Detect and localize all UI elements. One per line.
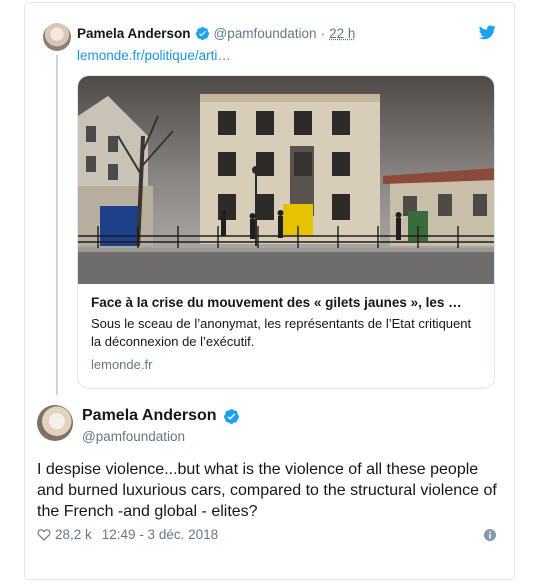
article-title[interactable]: Face à la crise du mouvement des « gilet…: [91, 295, 481, 310]
quoted-tweet-time[interactable]: 22 h: [329, 26, 355, 41]
quoted-author-name[interactable]: Pamela Anderson: [77, 26, 191, 41]
quoted-author-handle[interactable]: @pamfoundation: [214, 26, 317, 41]
tweet-timestamp[interactable]: 12:49 - 3 déc. 2018: [102, 527, 218, 542]
tweet-footer: 28,2 k 12:49 - 3 déc. 2018: [37, 527, 218, 542]
author-name-row[interactable]: Pamela Anderson: [82, 407, 244, 425]
quoted-avatar[interactable]: [43, 23, 71, 51]
embedded-tweet-card: Pamela Anderson @pamfoundation · 22 h le…: [24, 2, 515, 580]
link-preview-card[interactable]: Face à la crise du mouvement des « gilet…: [77, 75, 495, 389]
article-photo: [78, 76, 494, 284]
article-description: Sous le sceau de l’anonymat, les représe…: [91, 316, 472, 349]
like-count[interactable]: 28,2 k: [55, 527, 92, 542]
author-handle[interactable]: @pamfoundation: [82, 429, 185, 444]
article-domain: lemonde.fr: [91, 357, 153, 372]
verified-badge-icon: [223, 408, 239, 424]
twitter-bird-icon[interactable]: [479, 25, 496, 40]
info-icon[interactable]: [484, 529, 496, 541]
verified-badge-icon: [195, 26, 209, 41]
thread-connector-line: [56, 55, 58, 395]
quoted-tweet-link[interactable]: lemonde.fr/politique/arti…: [77, 48, 231, 63]
author-avatar[interactable]: [37, 405, 73, 441]
heart-icon[interactable]: [37, 528, 51, 541]
tweet-text: I despise violence...but what is the vio…: [37, 461, 497, 520]
quoted-tweet-header: Pamela Anderson @pamfoundation · 22 h: [77, 26, 355, 41]
author-name[interactable]: Pamela Anderson: [82, 407, 217, 425]
separator-dot: ·: [320, 26, 326, 41]
